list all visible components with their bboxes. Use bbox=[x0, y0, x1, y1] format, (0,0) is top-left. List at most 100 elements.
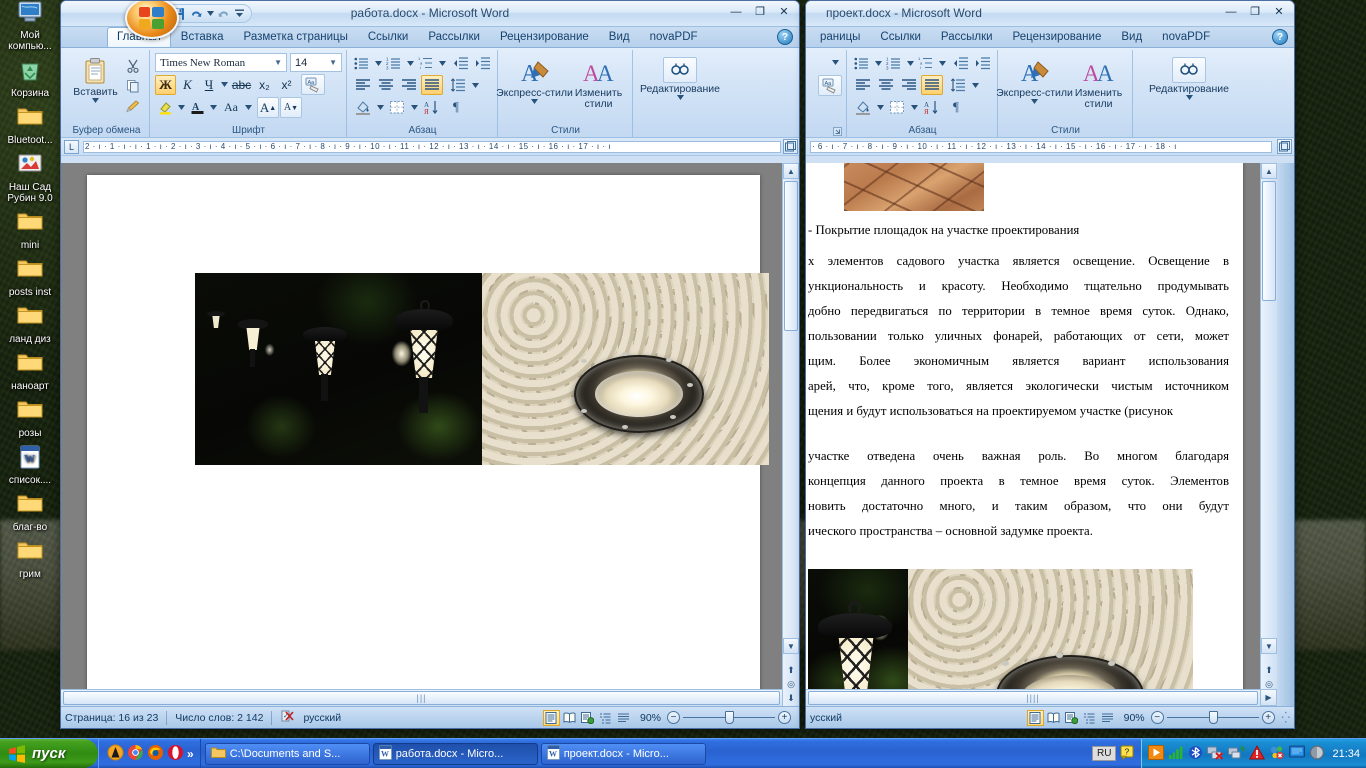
font-size-combo[interactable]: 14 ▼ bbox=[290, 53, 342, 72]
network-icon[interactable] bbox=[1228, 745, 1245, 763]
print-layout-view-button-right[interactable] bbox=[1027, 710, 1044, 726]
superscript-button[interactable]: x² bbox=[276, 75, 297, 95]
highlight-dropdown-icon[interactable] bbox=[177, 97, 186, 118]
numbering-button-right[interactable]: 123 bbox=[884, 53, 905, 73]
view-buttons-left[interactable] bbox=[543, 710, 632, 726]
editing-button-right[interactable]: Редактирование bbox=[1139, 56, 1239, 101]
ruler-right[interactable]: · 6 · ı · 7 · ı · 8 · ı · 9 · ı · 10 · ı… bbox=[806, 138, 1294, 156]
desktop-icon-grim-folder[interactable]: грим bbox=[0, 539, 60, 580]
desktop-icon-posts-inst-folder[interactable]: posts inst bbox=[0, 257, 60, 298]
justify-button[interactable] bbox=[421, 75, 443, 95]
status-language-left[interactable]: русский bbox=[303, 712, 341, 724]
zoom-out-button[interactable]: − bbox=[667, 711, 680, 724]
tab-references[interactable]: Ссылки bbox=[870, 27, 931, 47]
taskbar-button-explorer[interactable]: C:\Documents and S... bbox=[205, 743, 370, 765]
bluetooth-icon[interactable] bbox=[1188, 745, 1203, 763]
scroll-right-arrow-right[interactable]: ▶ bbox=[1260, 689, 1277, 706]
numbering-dropdown-icon[interactable] bbox=[406, 53, 415, 73]
resize-grip-right[interactable]: ⁛ bbox=[1282, 712, 1290, 724]
align-right-button[interactable] bbox=[398, 75, 420, 95]
borders-button[interactable] bbox=[386, 97, 408, 117]
shading-button-right[interactable] bbox=[852, 97, 874, 117]
underline-button[interactable]: Ч bbox=[199, 75, 219, 95]
document-image-lamps-right[interactable] bbox=[808, 569, 1193, 706]
shading-dropdown-icon[interactable] bbox=[375, 97, 385, 117]
horizontal-scroll-thumb-left[interactable]: ||| bbox=[63, 691, 780, 705]
opera-icon[interactable] bbox=[167, 744, 184, 764]
print-layout-view-button[interactable] bbox=[543, 710, 560, 726]
shading-dropdown-icon-right[interactable] bbox=[875, 97, 885, 117]
bullets-dropdown-icon-right[interactable] bbox=[874, 53, 883, 73]
chrome-icon[interactable] bbox=[127, 744, 144, 764]
status-words-left[interactable]: Число слов: 2 142 bbox=[175, 712, 263, 724]
desktop-icon-nash-sad-rubin[interactable]: Наш Сад Рубин 9.0 bbox=[0, 152, 60, 204]
quick-launch-bar[interactable]: » bbox=[98, 739, 201, 768]
network-disconnected-icon[interactable] bbox=[1207, 745, 1224, 763]
view-buttons-right[interactable] bbox=[1027, 710, 1116, 726]
decrease-indent-button-right[interactable] bbox=[951, 53, 972, 73]
multilevel-dropdown-icon[interactable] bbox=[437, 53, 446, 73]
help-icon-right[interactable]: ? bbox=[1272, 29, 1288, 45]
show-formatting-marks-button-right[interactable]: ¶ bbox=[945, 97, 967, 117]
minimize-button-right[interactable]: — bbox=[1220, 3, 1242, 20]
tab-mailings[interactable]: Рассылки bbox=[931, 27, 1003, 47]
quick-styles-button[interactable]: A Экспресс-стили bbox=[504, 57, 566, 105]
horizontal-scroll-thumb-right[interactable]: |||| bbox=[808, 691, 1258, 705]
task-buttons[interactable]: C:\Documents and S...Wработа.docx - Micr… bbox=[201, 739, 1086, 768]
show-formatting-marks-button[interactable]: ¶ bbox=[445, 97, 467, 117]
increase-indent-button-right[interactable] bbox=[972, 53, 993, 73]
document-page-right[interactable]: - Покрытие площадок на участке проектиро… bbox=[806, 163, 1243, 706]
shield-icon[interactable] bbox=[1309, 745, 1325, 763]
shrink-font-button[interactable]: A ▼ bbox=[280, 97, 302, 118]
font-dialog-launcher-right[interactable] bbox=[833, 127, 842, 136]
numbering-dropdown-icon-right[interactable] bbox=[906, 53, 915, 73]
font-color-button[interactable]: A bbox=[187, 97, 208, 118]
underline-dropdown-icon[interactable] bbox=[220, 75, 229, 95]
zoom-slider-right[interactable]: − + bbox=[1151, 711, 1275, 724]
line-spacing-button[interactable] bbox=[447, 75, 469, 95]
paste-button[interactable]: Вставить bbox=[69, 54, 122, 105]
clear-formatting-button[interactable]: Aa bbox=[301, 74, 325, 95]
word-window-rabota[interactable]: работа.docx - Microsoft Word — ❐ ✕ Главн… bbox=[60, 0, 800, 729]
desktop-icon-my-computer[interactable]: Мой компью... bbox=[0, 0, 60, 52]
zoom-level-left[interactable]: 90% bbox=[640, 712, 661, 724]
status-bar-right[interactable]: усский 90% − + ⁛ bbox=[806, 706, 1294, 728]
scroll-down-arrow-right[interactable]: ▼ bbox=[1261, 638, 1277, 654]
tab-page-layout[interactable]: раницы bbox=[810, 27, 870, 47]
view-ruler-toggle-right[interactable] bbox=[1277, 139, 1292, 154]
view-ruler-toggle-left[interactable] bbox=[783, 139, 798, 154]
window-controls-left[interactable]: — ❐ ✕ bbox=[725, 3, 795, 20]
language-indicator[interactable]: RU bbox=[1092, 746, 1116, 761]
align-center-button-right[interactable] bbox=[875, 75, 897, 95]
desktop-icon-mini-folder[interactable]: mini bbox=[0, 210, 60, 251]
tab-references[interactable]: Ссылки bbox=[358, 27, 419, 47]
ribbon-left[interactable]: Вставить Буфер обмена bbox=[61, 48, 799, 138]
tab-review[interactable]: Рецензирование bbox=[1003, 27, 1112, 47]
justify-button-right[interactable] bbox=[921, 75, 943, 95]
tab-insert[interactable]: Вставка bbox=[171, 27, 234, 47]
change-case-dropdown-icon[interactable] bbox=[244, 97, 253, 118]
document-image-lamps-left[interactable] bbox=[195, 273, 769, 465]
increase-indent-button[interactable] bbox=[472, 53, 493, 73]
tab-mailings[interactable]: Рассылки bbox=[418, 27, 490, 47]
quick-launch-overflow-icon[interactable]: » bbox=[187, 747, 194, 761]
font-size-dropdown-icon[interactable] bbox=[828, 53, 842, 71]
tab-review[interactable]: Рецензирование bbox=[490, 27, 599, 47]
draft-view-button-right[interactable] bbox=[1099, 710, 1116, 726]
monitor-icon[interactable] bbox=[1289, 745, 1305, 763]
desktop-icon-bluetooth-folder[interactable]: Bluetoot... bbox=[0, 105, 60, 146]
warning-icon[interactable] bbox=[1249, 745, 1265, 763]
desktop-icon-blag-vo-folder[interactable]: благ-во bbox=[0, 492, 60, 533]
antivirus-icon[interactable] bbox=[1269, 745, 1285, 763]
status-language-right[interactable]: усский bbox=[810, 712, 842, 724]
text-highlight-button[interactable] bbox=[155, 97, 176, 118]
web-layout-view-button[interactable] bbox=[579, 710, 596, 726]
zoom-slider-left[interactable]: − + bbox=[667, 711, 791, 724]
taskbar-button-word-proekt[interactable]: Wпроект.docx - Micro... bbox=[541, 743, 706, 765]
media-player-icon[interactable] bbox=[1148, 745, 1164, 763]
change-styles-button-right[interactable]: A A Изменить стили bbox=[1070, 57, 1128, 111]
document-canvas-right[interactable]: - Покрытие площадок на участке проектиро… bbox=[806, 163, 1294, 706]
tab-stop-selector-left[interactable]: L bbox=[64, 140, 79, 154]
maximize-button-right[interactable]: ❐ bbox=[1244, 3, 1266, 20]
clear-formatting-button-right[interactable]: Aa bbox=[818, 75, 842, 96]
